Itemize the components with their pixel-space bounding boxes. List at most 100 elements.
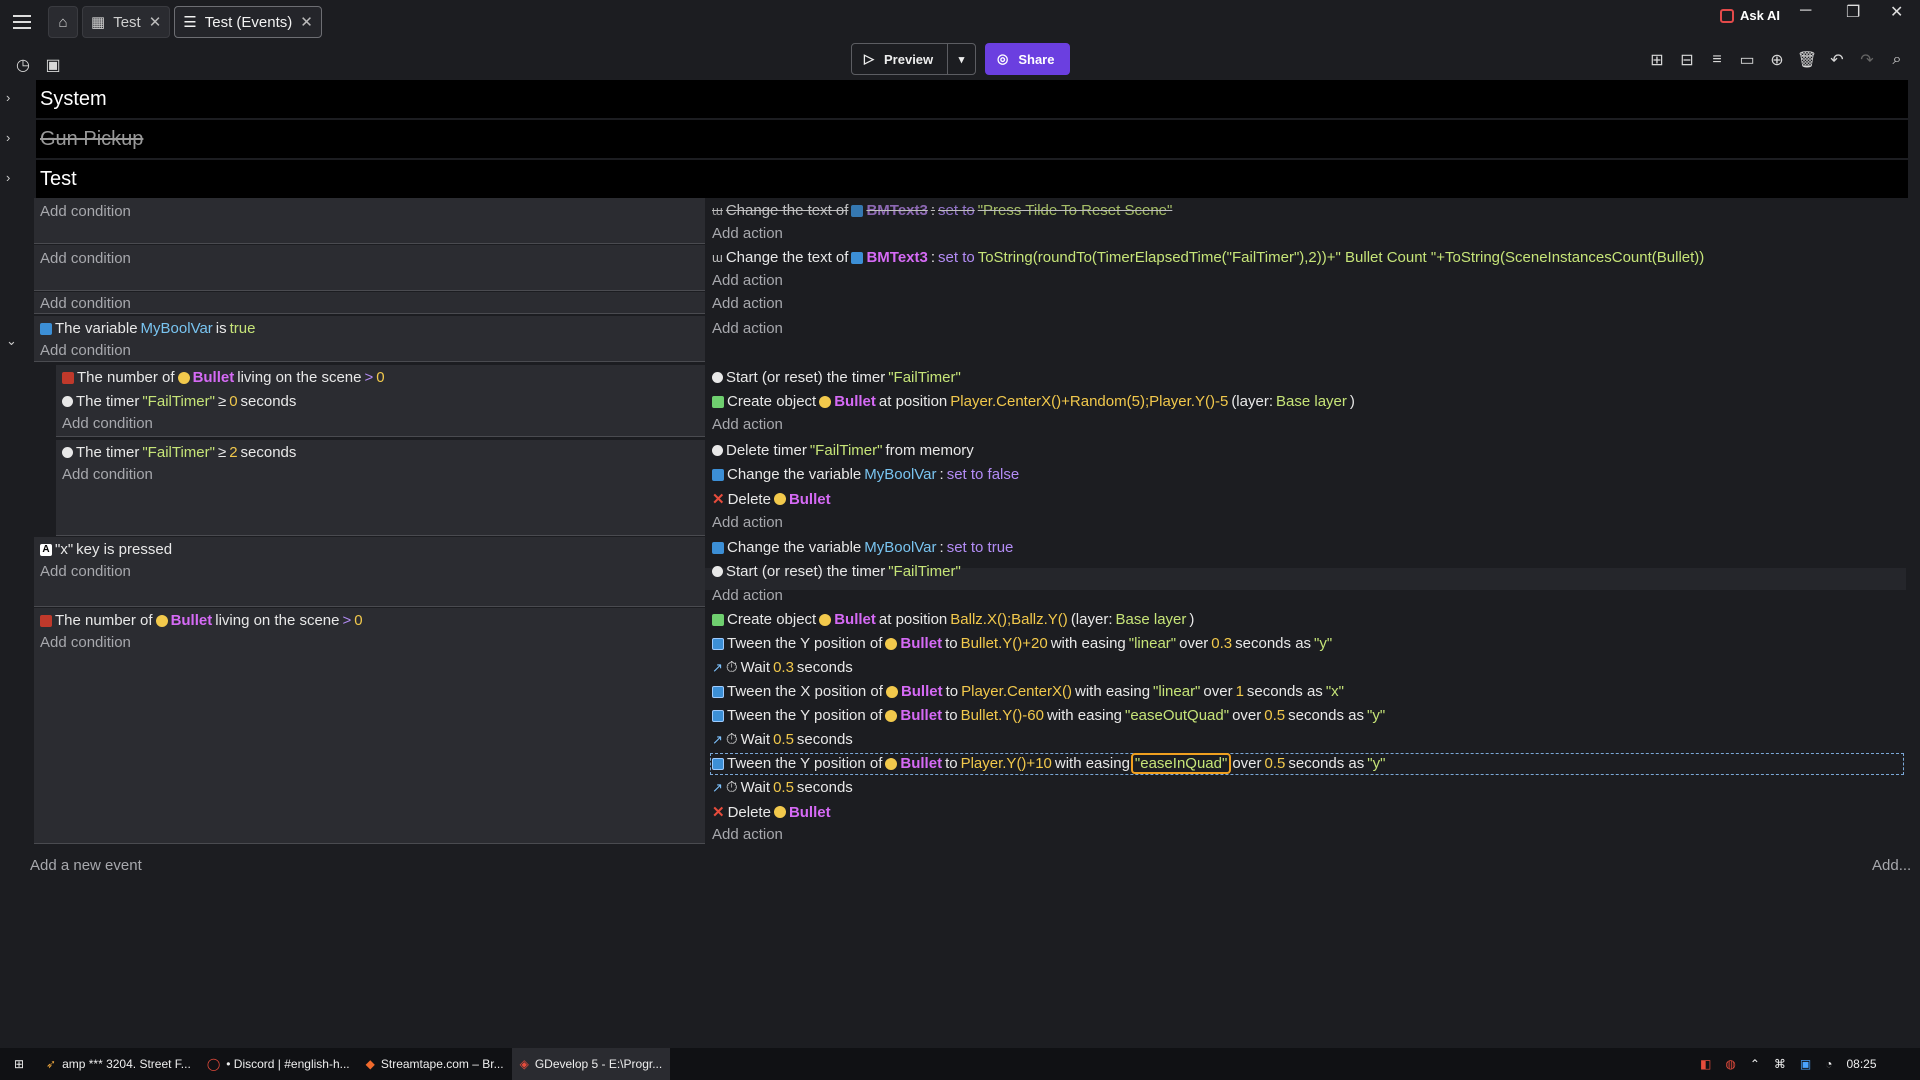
add-condition[interactable]: Add condition: [40, 342, 131, 359]
add-condition[interactable]: Add condition: [62, 415, 153, 432]
action-text: with easing: [1075, 683, 1151, 700]
tray-icon[interactable]: ◍: [1725, 1057, 1735, 1071]
chevron-right-icon[interactable]: ›: [6, 130, 10, 145]
event-conditions[interactable]: Add condition: [34, 292, 705, 314]
chevron-up-icon[interactable]: ⌃: [1750, 1057, 1760, 1071]
add-condition[interactable]: Add condition: [40, 295, 131, 312]
restore-icon[interactable]: ❐: [1846, 2, 1860, 22]
chevron-right-icon[interactable]: ›: [6, 90, 10, 105]
taskbar: ⊞ ➶ amp *** 3204. Street F... ◯ • Discord …: [0, 1048, 1920, 1080]
action-line-selected[interactable]: Tween the Y position of Bullet to Player.Y(…: [712, 753, 1385, 774]
minimize-icon[interactable]: ─: [1800, 2, 1811, 20]
condition-line[interactable]: A "x" key is pressed: [40, 541, 172, 558]
group-title: System: [40, 87, 107, 110]
action-line[interactable]: Delete timer "FailTimer" from memory: [712, 442, 974, 459]
add-condition[interactable]: Add condition: [40, 563, 131, 580]
network-icon[interactable]: ◔: [1825, 1057, 1832, 1071]
tab-test[interactable]: ▦ Test ✕: [82, 6, 171, 38]
action-line[interactable]: Create object Bullet at position Player.Cen…: [712, 393, 1355, 410]
add-more-button[interactable]: Add...: [1872, 857, 1911, 874]
action-text: at position: [878, 393, 948, 410]
add-action[interactable]: Add action: [712, 416, 783, 433]
close-icon[interactable]: ✕: [300, 13, 313, 31]
tray-icon[interactable]: ◧: [1700, 1057, 1711, 1071]
clock[interactable]: 08:25: [1846, 1057, 1876, 1071]
condition-line[interactable]: The variable MyBoolVar is true: [40, 320, 256, 337]
add-new-event[interactable]: Add a new event: [30, 857, 142, 874]
action-line[interactable]: Start (or reset) the timer "FailTimer": [712, 563, 961, 580]
add-condition[interactable]: Add condition: [62, 466, 153, 483]
action-line[interactable]: Change the variable MyBoolVar: set to true: [712, 539, 1013, 556]
chevron-down-icon[interactable]: ⌄: [6, 333, 17, 349]
condition-line[interactable]: The number of Bullet living on the scene >0: [62, 369, 385, 386]
add-other-icon[interactable]: ≡: [1706, 49, 1728, 71]
add-condition[interactable]: Add condition: [40, 634, 131, 651]
close-window-icon[interactable]: ✕: [1890, 2, 1903, 22]
group-system[interactable]: System: [36, 80, 1908, 118]
add-condition[interactable]: Add condition: [40, 203, 131, 220]
group-test[interactable]: Test: [36, 160, 1908, 198]
add-event-icon[interactable]: ⊞: [1646, 49, 1668, 71]
text-icon: ɯ: [712, 250, 723, 265]
tray-icon[interactable]: ▣: [1800, 1057, 1811, 1071]
action-line[interactable]: Tween the Y position of Bullet to Bullet.Y(…: [712, 707, 1385, 724]
taskbar-label: amp *** 3204. Street F...: [62, 1057, 191, 1071]
add-action[interactable]: Add action: [712, 320, 783, 337]
event-conditions[interactable]: Add condition: [34, 245, 705, 291]
condition-line[interactable]: The number of Bullet living on the scene >0: [40, 612, 363, 629]
action-line[interactable]: ɯ Change the text of BMText3: set to ToStrin…: [712, 249, 1704, 266]
event-conditions[interactable]: The number of Bullet living on the scene >0…: [34, 608, 705, 844]
subevent-conditions[interactable]: The number of Bullet living on the scene >0…: [56, 365, 705, 437]
redo-icon[interactable]: ↷: [1856, 49, 1878, 71]
add-comment-icon[interactable]: ▭: [1736, 49, 1758, 71]
action-line[interactable]: Change the variable MyBoolVar: set to fals…: [712, 466, 1019, 483]
action-line[interactable]: ↗ ⏱ Wait 0.5 seconds: [712, 731, 853, 748]
tab-test-events[interactable]: ☰ Test (Events) ✕: [174, 6, 322, 38]
delete-icon[interactable]: 🗑: [1796, 49, 1818, 71]
taskbar-item[interactable]: ◯ • Discord | #english-h...: [199, 1048, 358, 1080]
chevron-down-icon[interactable]: ▾: [948, 53, 975, 66]
group-gun-pickup[interactable]: Gun Pickup: [36, 120, 1908, 158]
add-condition[interactable]: Add condition: [40, 250, 131, 267]
condition-line[interactable]: The timer "FailTimer" ≥0 seconds: [62, 393, 296, 410]
share-button[interactable]: ◎ Share: [985, 43, 1070, 75]
event-conditions[interactable]: The variable MyBoolVar is true Add conditio…: [34, 316, 705, 362]
easing-parameter[interactable]: "easeInQuad": [1130, 753, 1232, 774]
add-action[interactable]: Add action: [712, 295, 783, 312]
add-action[interactable]: Add action: [712, 272, 783, 289]
action-line[interactable]: ✕ Delete Bullet: [712, 803, 831, 822]
event-conditions[interactable]: A "x" key is pressed Add condition: [34, 537, 705, 607]
search-icon[interactable]: ⌕: [1886, 49, 1908, 71]
action-line[interactable]: Start (or reset) the timer "FailTimer": [712, 369, 961, 386]
action-line[interactable]: Create object Bullet at position Ballz.X();…: [712, 611, 1194, 628]
action-line[interactable]: Tween the Y position of Bullet to Bullet.Y(…: [712, 635, 1332, 652]
action-line[interactable]: ↗ ⏱ Wait 0.3 seconds: [712, 659, 853, 676]
action-line[interactable]: ✕ Delete Bullet: [712, 490, 831, 509]
close-icon[interactable]: ✕: [149, 13, 162, 31]
gamepad-icon[interactable]: ⌘: [1774, 1057, 1786, 1071]
start-button[interactable]: ⊞: [0, 1048, 38, 1080]
save-icon[interactable]: ▣: [42, 54, 64, 76]
taskbar-item[interactable]: ➶ amp *** 3204. Street F...: [38, 1048, 199, 1080]
subevent-conditions[interactable]: The timer "FailTimer" ≥2 seconds Add condit…: [56, 440, 705, 536]
add-subevent-icon[interactable]: ⊟: [1676, 49, 1698, 71]
condition-line[interactable]: The timer "FailTimer" ≥2 seconds: [62, 444, 296, 461]
add-action[interactable]: Add action: [712, 587, 783, 604]
action-line[interactable]: ɯ Change the text of BMText3: set to "Press …: [712, 202, 1172, 219]
add-action[interactable]: Add action: [712, 514, 783, 531]
add-action[interactable]: Add action: [712, 225, 783, 242]
add-action[interactable]: Add action: [712, 826, 783, 843]
taskbar-item[interactable]: ◈ GDevelop 5 - E:\Progr...: [511, 1048, 671, 1080]
undo-icon[interactable]: ↶: [1826, 49, 1848, 71]
preview-button[interactable]: ▷ Preview ▾: [851, 43, 976, 75]
action-line[interactable]: Tween the X position of Bullet to Player.Ce…: [712, 683, 1344, 700]
event-conditions[interactable]: Add condition: [34, 198, 705, 244]
ask-ai-button[interactable]: Ask AI: [1720, 8, 1780, 23]
action-line[interactable]: ↗ ⏱ Wait 0.5 seconds: [712, 779, 853, 796]
history-icon[interactable]: ◷: [12, 54, 34, 76]
menu-icon[interactable]: [0, 0, 44, 44]
add-icon[interactable]: ⊕: [1766, 49, 1788, 71]
home-tab[interactable]: ⌂: [48, 6, 78, 38]
chevron-right-icon[interactable]: ›: [6, 170, 10, 185]
taskbar-item[interactable]: ◆ Streamtape.com – Br...: [358, 1048, 512, 1080]
